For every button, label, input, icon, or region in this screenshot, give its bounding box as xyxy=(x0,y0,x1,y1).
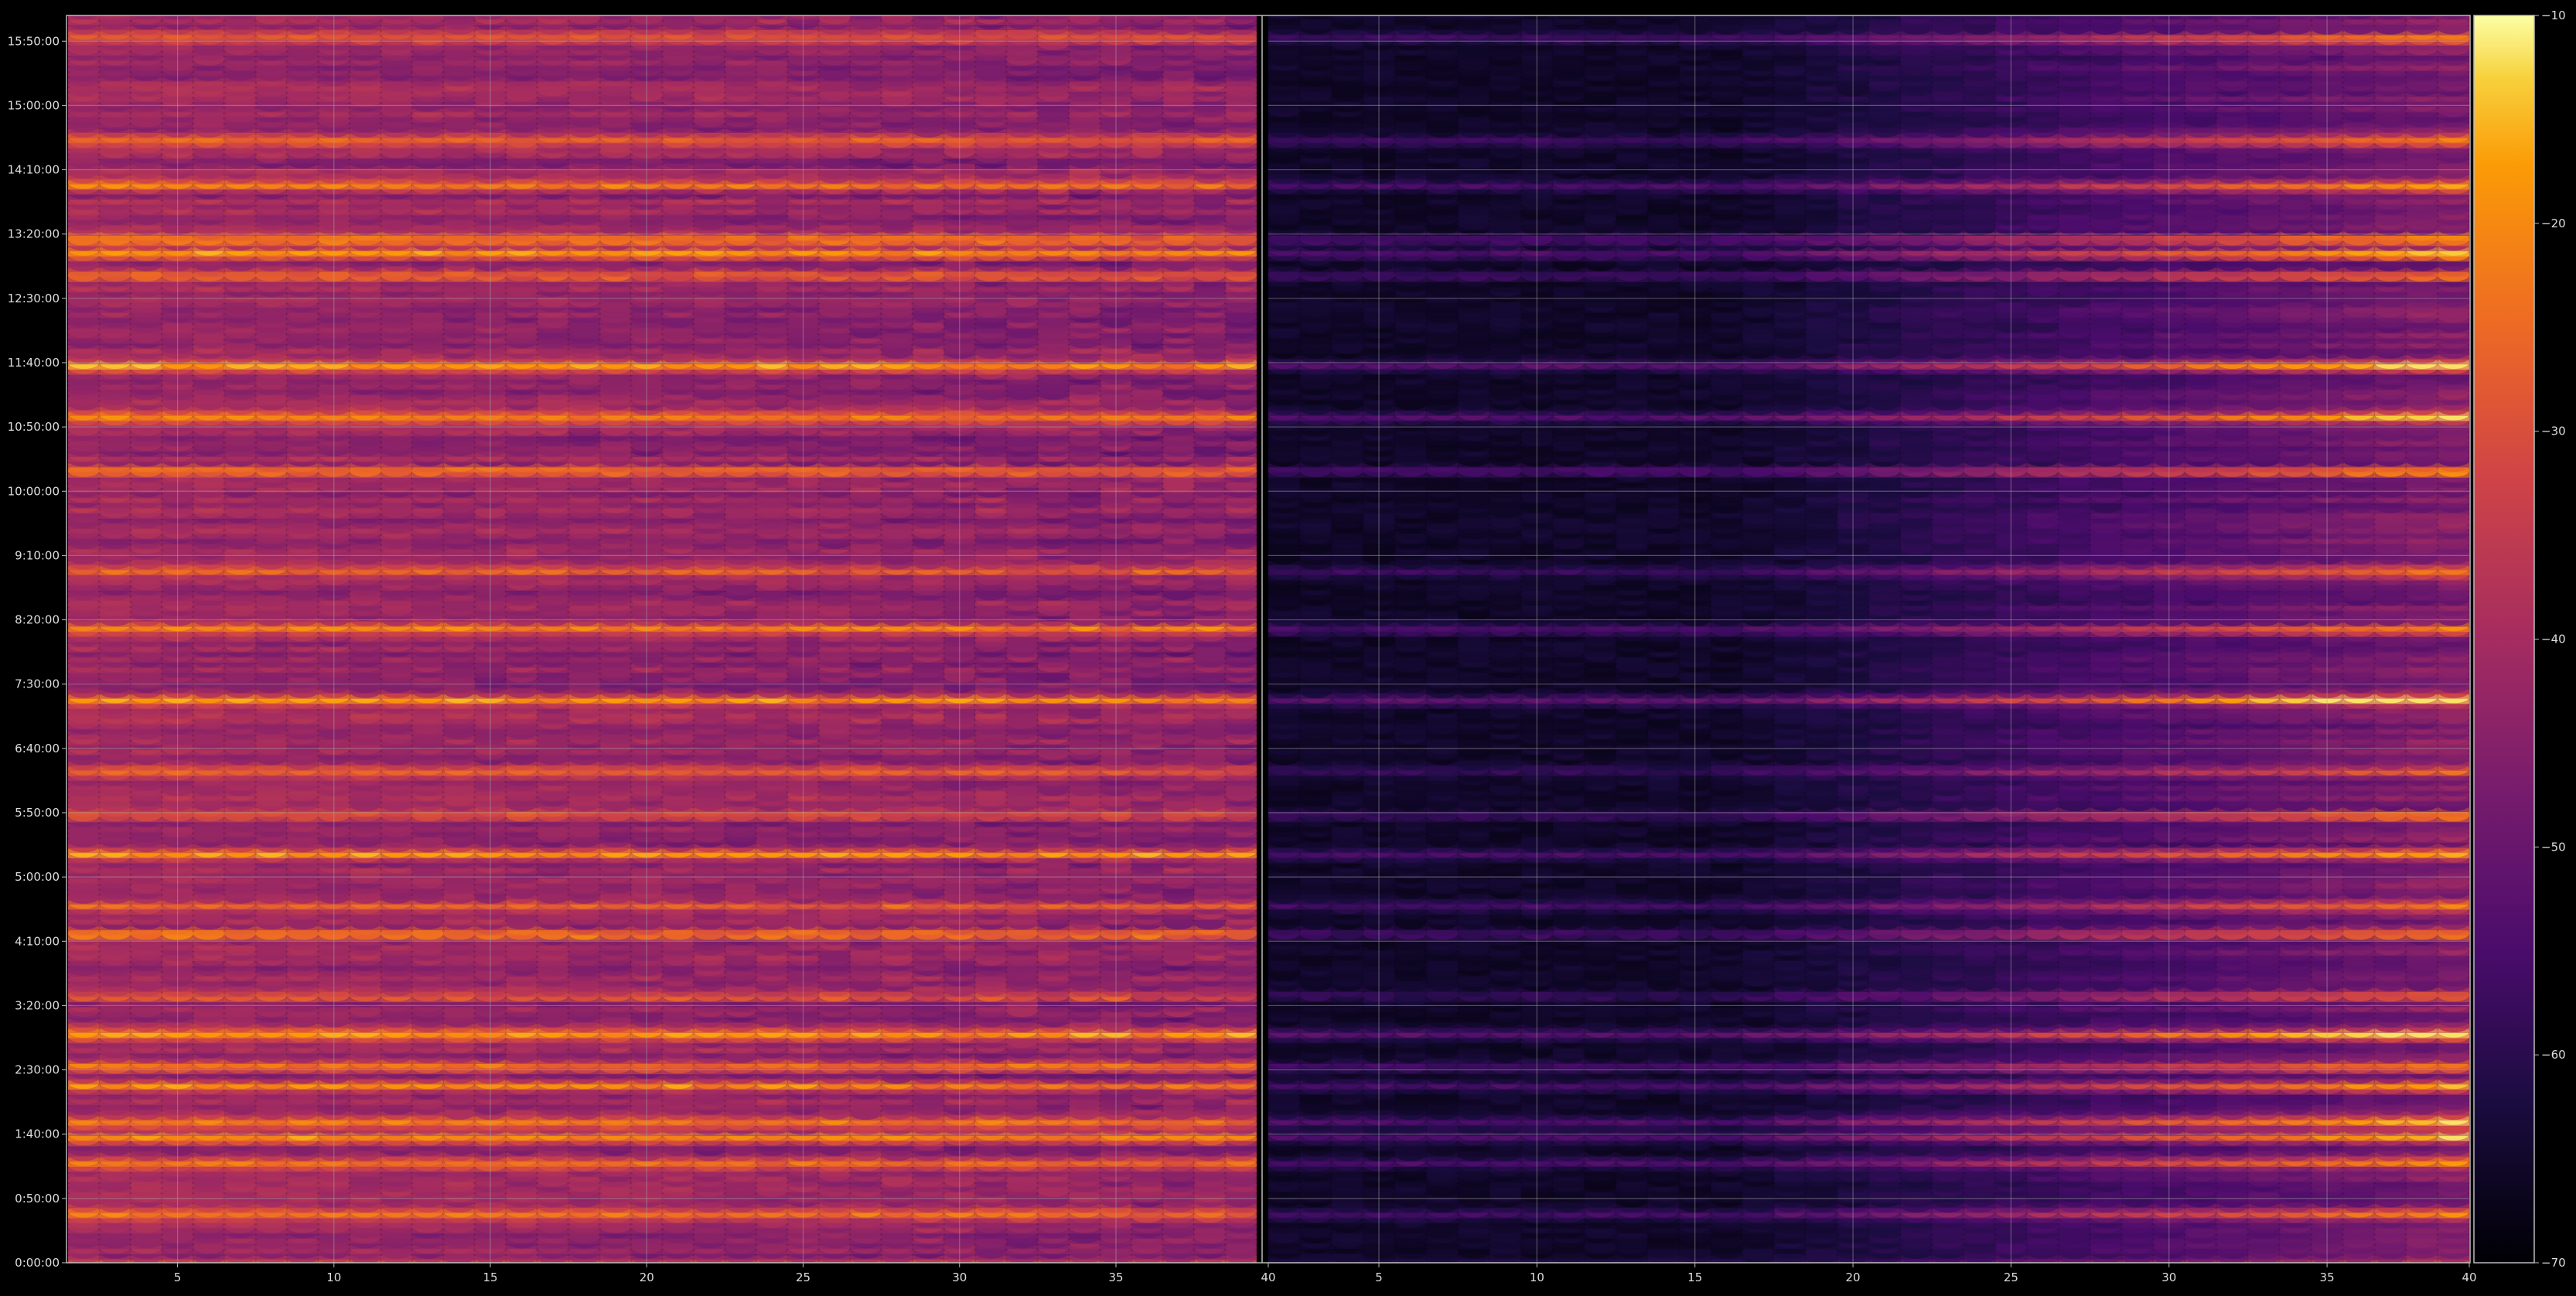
chart: 0:00:00 0:50:00 1:40:00 2:30:00 3:20:00 4:10:… xyxy=(0,0,2576,1293)
heatmap-panel-left xyxy=(68,6,1257,1270)
cells-left xyxy=(68,6,1257,1270)
heatmap-figure: 0:00:000:50:001:40:002:30:003:20:004:10:… xyxy=(0,0,2576,1293)
